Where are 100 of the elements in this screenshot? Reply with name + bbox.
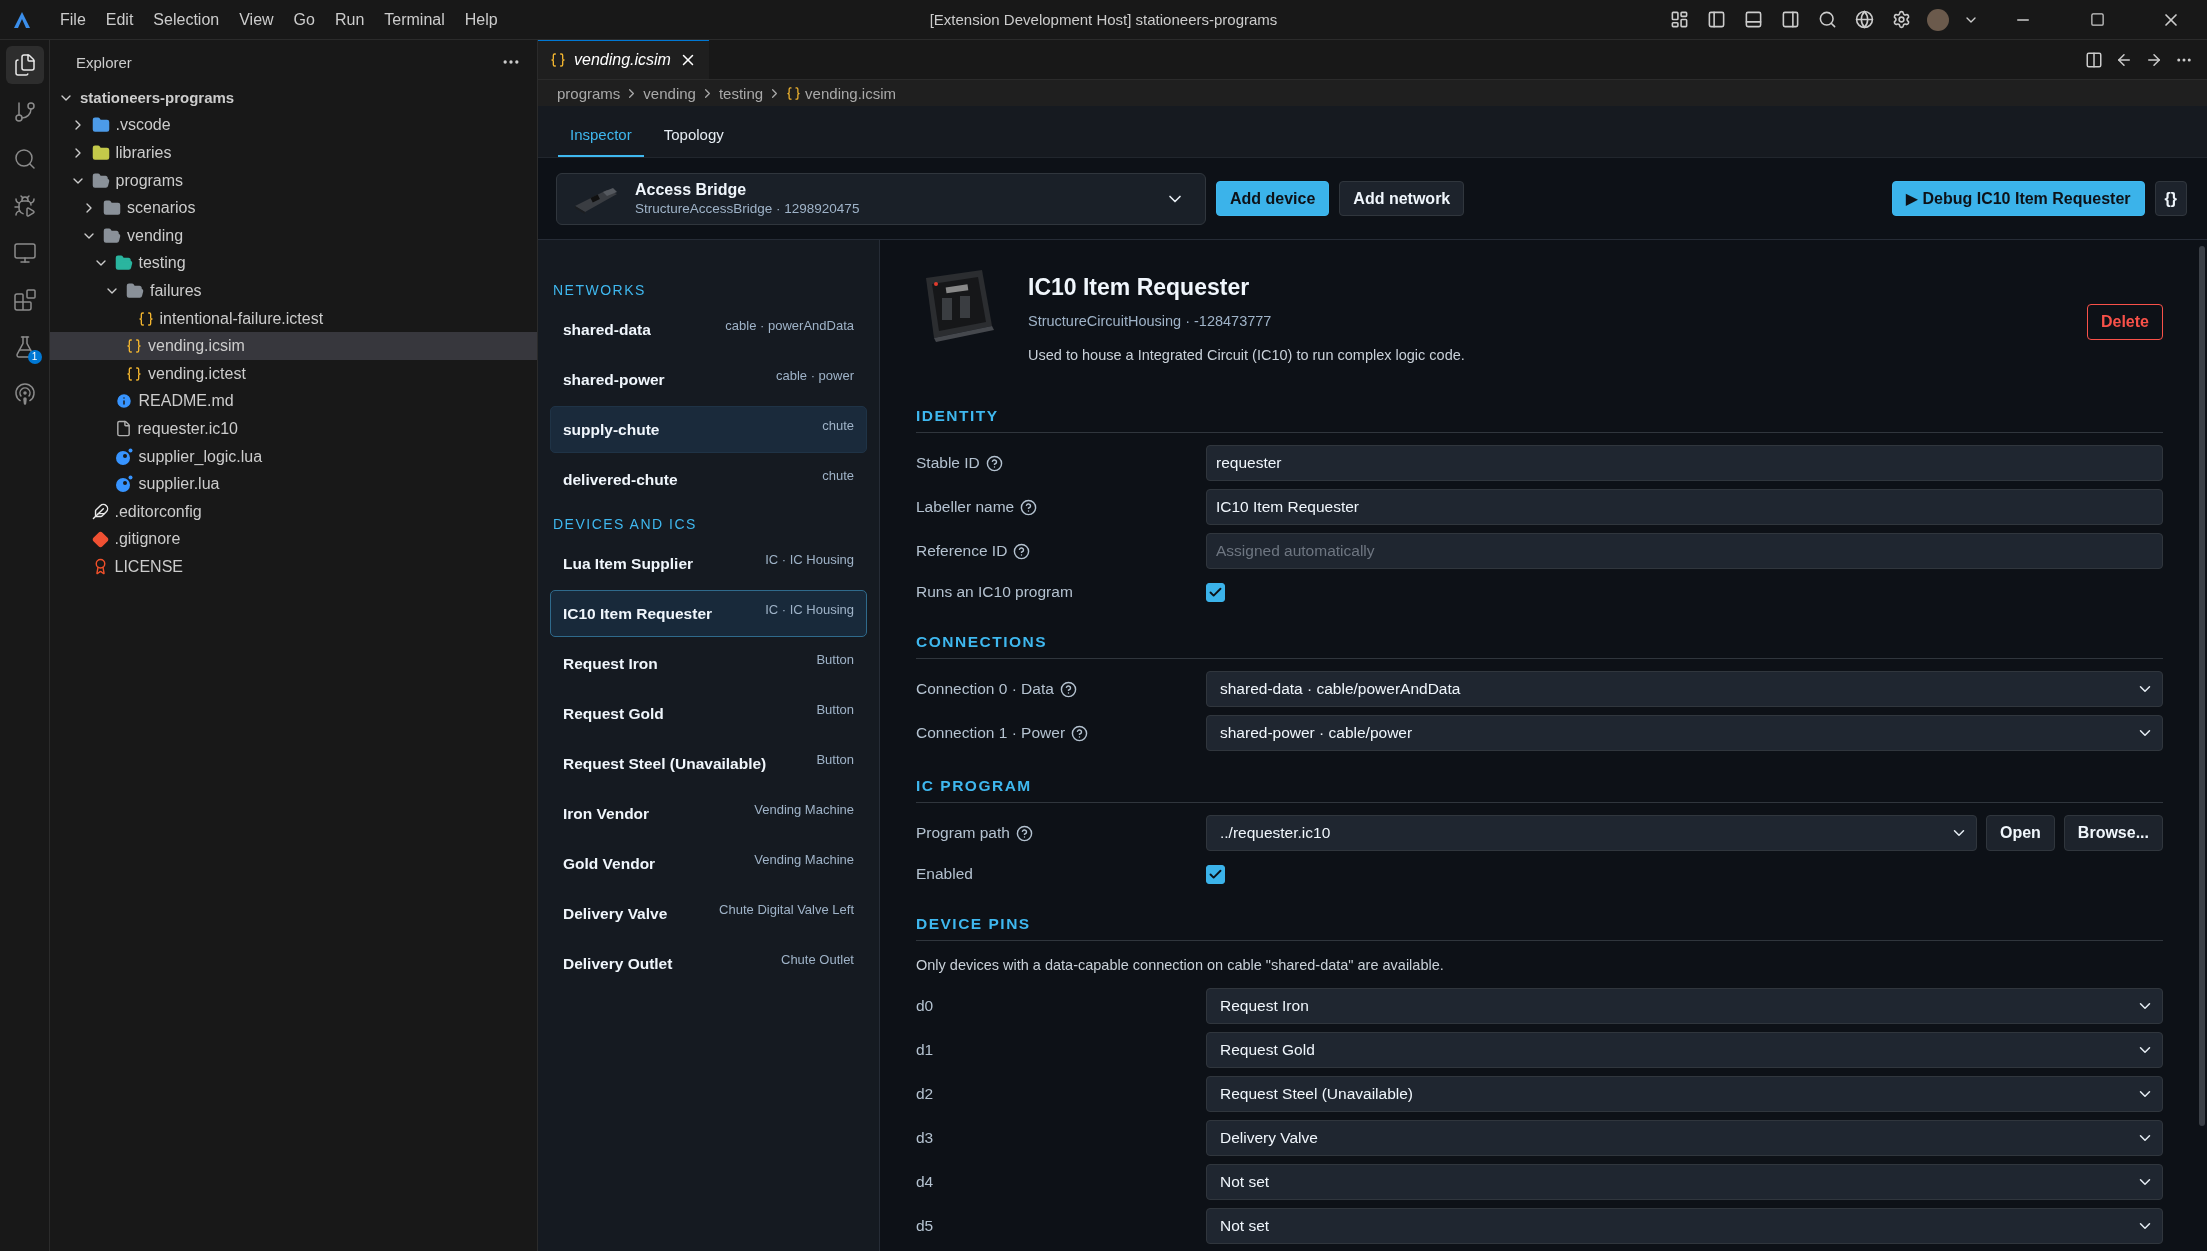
menu-item[interactable]: Go (283, 6, 325, 33)
tree-item[interactable]: scenarios (50, 194, 537, 222)
help-icon[interactable] (1020, 498, 1038, 516)
menu-item[interactable]: Terminal (374, 6, 455, 33)
dropdown[interactable]: Request Gold (1206, 1032, 2163, 1068)
json-button[interactable]: {} (2154, 181, 2187, 216)
field-label: Connection 1 · Power (916, 724, 1066, 742)
dropdown-value: Request Steel (Unavailable) (1220, 1085, 1413, 1103)
dropdown[interactable]: shared-power · cable/power (1206, 715, 2163, 751)
tree-item[interactable]: LICENSE (50, 553, 537, 581)
add-device-button[interactable]: Add device (1216, 181, 1330, 216)
breadcrumb-item[interactable]: vending.icsim (805, 84, 896, 102)
breadcrumb-item[interactable]: programs (557, 84, 621, 102)
checkbox[interactable] (1206, 864, 1225, 884)
dropdown-value: Not set (1220, 1217, 1270, 1235)
breadcrumb-item[interactable]: testing (718, 84, 764, 102)
menu-item[interactable]: View (229, 6, 284, 33)
tree-item[interactable]: intentional-failure.ictest (50, 304, 537, 333)
menu-item[interactable]: Help (454, 6, 508, 33)
dropdown[interactable]: ../requester.ic10 (1206, 815, 1977, 851)
browse-button[interactable]: Browse... (2063, 815, 2163, 851)
editor-tab[interactable]: vending.icsim (538, 40, 709, 79)
help-icon[interactable] (1013, 542, 1031, 560)
tab[interactable]: Topology (651, 126, 736, 157)
help-icon[interactable] (985, 454, 1003, 472)
list-item[interactable]: Lua Item Supplier IC · IC Housing (550, 540, 867, 587)
tree-item[interactable]: vending.icsim (50, 332, 537, 360)
dropdown[interactable]: Delivery Valve (1206, 1120, 2163, 1156)
field-label: d3 (916, 1129, 934, 1147)
menu-item[interactable]: Run (324, 6, 375, 33)
section-heading: IC PROGRAM (916, 777, 2163, 803)
add-network-button[interactable]: Add network (1339, 181, 1465, 216)
checkbox[interactable] (1206, 582, 1225, 602)
workspace-folder-item[interactable]: stationeers-programs (50, 84, 537, 112)
list-item[interactable]: Delivery Outlet Chute Outlet (550, 940, 867, 987)
text-field[interactable]: requester (1206, 445, 2163, 481)
text-field[interactable]: IC10 Item Requester (1206, 489, 2163, 525)
menu-item[interactable]: Edit (95, 6, 144, 33)
list-item[interactable]: Request Steel (Unavailable) Button (550, 740, 867, 787)
dropdown[interactable]: Not set (1206, 1164, 2163, 1200)
scrollbar-thumb[interactable] (2199, 246, 2205, 1126)
section-heading: DEVICE PINS (916, 915, 2163, 941)
dropdown[interactable]: Request Iron (1206, 988, 2163, 1024)
account-avatar-icon[interactable] (1927, 8, 1949, 31)
tree-item[interactable]: programs (50, 166, 537, 195)
menu-item[interactable]: File (50, 6, 96, 33)
list-item[interactable]: shared-power cable · power (550, 356, 867, 403)
dropdown[interactable]: shared-data · cable/powerAndData (1206, 671, 2163, 707)
help-icon[interactable] (1015, 824, 1033, 842)
globe-icon[interactable] (1853, 8, 1876, 31)
tree-item[interactable]: libraries (50, 139, 537, 167)
list-item[interactable]: Gold Vendor Vending Machine (550, 840, 867, 887)
lua-icon (114, 447, 133, 466)
field-label: Reference ID (916, 542, 1008, 560)
open-button[interactable]: Open (1985, 815, 2055, 851)
field-label: d0 (916, 997, 934, 1015)
tree-item[interactable]: vending (50, 221, 537, 250)
tree-item[interactable]: .vscode (50, 111, 537, 140)
list-heading: NETWORKS (552, 282, 647, 298)
dropdown[interactable]: Not set (1206, 1208, 2163, 1244)
braces-icon (126, 338, 142, 355)
activity-bar-button[interactable]: 1 (5, 328, 44, 366)
tree-item[interactable]: README.md (50, 387, 537, 416)
list-item[interactable]: delivered-chute chute (550, 456, 867, 503)
activity-bar-button[interactable] (5, 46, 44, 84)
tab[interactable]: Inspector (558, 126, 644, 157)
delete-button[interactable]: Delete (2086, 304, 2163, 340)
menu-item[interactable]: Selection (143, 6, 230, 33)
text-field[interactable]: Assigned automatically (1206, 533, 2163, 569)
list-item[interactable]: IC10 Item Requester IC · IC Housing (550, 590, 867, 637)
tree-item[interactable]: testing (50, 249, 537, 278)
list-item[interactable]: supply-chute chute (550, 406, 867, 453)
debug-button[interactable]: ▶ Debug IC10 Item Requester (1891, 181, 2145, 216)
breadcrumb-item[interactable]: vending (643, 84, 696, 102)
dropdown-value: shared-data · cable/powerAndData (1220, 680, 1461, 698)
search-icon (12, 147, 37, 171)
braces-icon (137, 310, 154, 327)
tree-item[interactable]: requester.ic10 (50, 415, 537, 443)
tree-item[interactable]: .gitignore (50, 525, 537, 554)
dropdown[interactable]: Request Steel (Unavailable) (1206, 1076, 2163, 1112)
help-icon[interactable] (1071, 724, 1089, 742)
list-item[interactable]: Request Gold Button (550, 690, 867, 737)
tree-item[interactable]: supplier.lua (50, 470, 537, 498)
list-item[interactable]: Delivery Valve Chute Digital Valve Left (550, 890, 867, 937)
dropdown-value: ../requester.ic10 (1220, 824, 1331, 842)
field-label: d5 (916, 1217, 934, 1235)
field-label: d2 (916, 1085, 934, 1103)
tree-item[interactable]: vending.ictest (50, 359, 537, 388)
section-heading: CONNECTIONS (916, 633, 2163, 659)
maximize-icon[interactable] (2089, 12, 2105, 27)
help-icon[interactable] (1059, 680, 1077, 698)
list-item[interactable]: Request Iron Button (550, 640, 867, 687)
braces-icon (786, 85, 802, 101)
split-editor-icon[interactable] (2085, 50, 2103, 69)
tree-item[interactable]: supplier_logic.lua (50, 442, 537, 471)
tree-item[interactable]: .editorconfig (50, 497, 537, 526)
list-item[interactable]: Iron Vendor Vending Machine (550, 790, 867, 837)
tree-item[interactable]: failures (50, 277, 537, 305)
list-item[interactable]: shared-data cable · powerAndData (550, 306, 867, 353)
device-picker[interactable]: Access Bridge StructureAccessBridge · 1298920475 (556, 172, 1206, 225)
